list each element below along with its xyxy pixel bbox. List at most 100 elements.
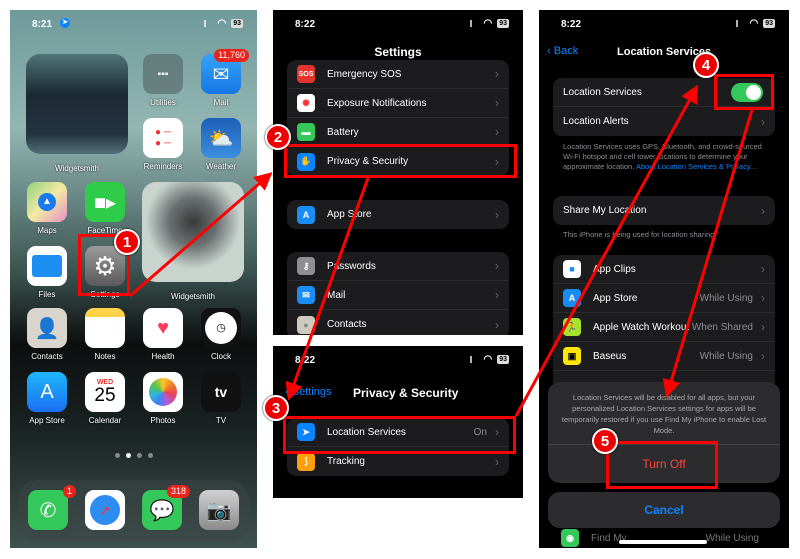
back-button[interactable]: ‹ Settings xyxy=(285,386,331,398)
weather-icon: ⛅ xyxy=(201,118,241,158)
app-calendar[interactable]: WED 25 Calendar xyxy=(80,372,130,425)
app-app-store[interactable]: A App Store xyxy=(22,372,72,425)
app-facetime[interactable]: ■▸ FaceTime xyxy=(80,182,130,235)
battery-icon: 93 xyxy=(231,19,243,28)
highlight-privacy-security xyxy=(284,144,517,178)
signal-icon xyxy=(470,20,478,27)
status-bar: 8:21 ➤ ◠ 93 xyxy=(10,10,257,36)
clock-icon: ◷ xyxy=(201,308,241,348)
app-row-find-my[interactable]: ◉ Find My While Using xyxy=(561,528,775,548)
share-note: This iPhone is being used for location s… xyxy=(563,230,717,239)
app-health[interactable]: ♥ Health xyxy=(138,308,188,361)
step-badge-2: 2 xyxy=(265,124,291,150)
app-store-icon: A xyxy=(563,289,581,307)
battery-icon: 93 xyxy=(497,355,509,364)
notes-icon xyxy=(85,308,125,348)
app-utilities[interactable]: ▪▪▪ Utilities xyxy=(138,54,188,107)
page-title: Privacy & Security xyxy=(353,386,459,400)
settings-row-emergency-sos[interactable]: SOS Emergency SOS › xyxy=(287,60,509,89)
signal-icon xyxy=(204,20,212,27)
tv-icon: tv xyxy=(201,372,241,412)
app-notes[interactable]: Notes xyxy=(80,308,130,361)
share-my-location-row[interactable]: Share My Location › xyxy=(553,196,775,225)
maps-icon: ▲ xyxy=(27,182,67,222)
app-store-icon: A xyxy=(27,372,67,412)
dock: ✆ 1 ➚ 💬 318 📷 xyxy=(18,480,249,542)
dock-camera[interactable]: 📷 xyxy=(199,490,239,530)
app-maps[interactable]: ▲ Maps xyxy=(22,182,72,235)
wifi-icon: ◠ xyxy=(483,18,493,29)
widgetsmith-widget-photo[interactable] xyxy=(26,54,128,154)
chevron-left-icon: ‹ xyxy=(285,386,292,398)
highlight-location-services xyxy=(283,416,516,454)
dock-safari[interactable]: ➚ xyxy=(85,490,125,530)
dock-phone[interactable]: ✆ 1 xyxy=(28,485,76,530)
home-indicator[interactable] xyxy=(619,540,707,544)
chevron-right-icon: › xyxy=(495,207,499,222)
battery-icon: 93 xyxy=(497,19,509,28)
app-row-baseus[interactable]: ▣ Baseus While Using › xyxy=(553,342,775,371)
facetime-icon: ■▸ xyxy=(85,182,125,222)
app-mail[interactable]: ✉ 11,760 Mail xyxy=(196,49,249,107)
battery-setting-icon: ▬ xyxy=(297,123,315,141)
settings-row-app-store[interactable]: A App Store › xyxy=(287,200,509,229)
photos-icon xyxy=(143,372,183,412)
app-list-group: ■ App Clips › A App Store While Using › 🏃 Appl… xyxy=(553,255,775,400)
baseus-icon: ▣ xyxy=(563,347,581,365)
step-badge-4: 4 xyxy=(693,52,719,78)
app-row-app-store[interactable]: A App Store While Using › xyxy=(553,284,775,313)
app-photos[interactable]: Photos xyxy=(138,372,188,425)
settings-row-exposure[interactable]: ✺ Exposure Notifications › xyxy=(287,89,509,118)
chevron-right-icon: › xyxy=(495,96,499,110)
settings-row-mail[interactable]: ✉ Mail › xyxy=(287,281,509,310)
settings-group-2: A App Store › xyxy=(287,200,509,229)
widget-label: Widgetsmith xyxy=(54,164,99,173)
workout-icon: 🏃 xyxy=(563,318,581,336)
wifi-icon: ◠ xyxy=(217,18,227,29)
app-row-app-clips[interactable]: ■ App Clips › xyxy=(553,255,775,284)
app-reminders[interactable]: ● ─ ● ─ Reminders xyxy=(138,118,188,171)
app-weather[interactable]: ⛅ Weather xyxy=(196,118,246,171)
about-location-link[interactable]: About Location Services & Privacy... xyxy=(636,162,756,171)
cancel-button[interactable]: Cancel xyxy=(548,492,780,528)
chevron-right-icon: › xyxy=(761,203,765,218)
back-button[interactable]: ‹ Back xyxy=(547,45,578,57)
app-clips-icon: ■ xyxy=(563,260,581,278)
signal-icon xyxy=(470,356,478,363)
status-bar: 8:22 ◠ 93 xyxy=(295,18,509,30)
app-contacts[interactable]: 👤 Contacts xyxy=(22,308,72,361)
chevron-left-icon: ‹ xyxy=(547,45,554,57)
chevron-right-icon: › xyxy=(495,67,499,81)
calendar-icon: WED 25 xyxy=(85,372,125,412)
chevron-right-icon: › xyxy=(761,262,765,276)
highlight-turn-off xyxy=(606,441,718,489)
app-files[interactable]: Files xyxy=(22,246,72,299)
sos-icon: SOS xyxy=(297,65,315,83)
location-arrow-icon: ➤ xyxy=(60,18,70,28)
folder-icon: ▪▪▪ xyxy=(143,54,183,94)
chevron-right-icon: › xyxy=(761,291,765,305)
app-row-apple-watch-workout[interactable]: 🏃 Apple Watch Workout When Shared › xyxy=(553,313,775,342)
find-my-icon: ◉ xyxy=(561,529,579,547)
chevron-right-icon: › xyxy=(495,125,499,139)
page-indicator[interactable] xyxy=(10,453,257,458)
chevron-right-icon: › xyxy=(761,320,765,334)
tracking-icon: ⟆ xyxy=(297,452,315,471)
location-footnote: Location Services uses GPS, Bluetooth, a… xyxy=(563,142,762,171)
widget-label: Widgetsmith xyxy=(170,292,215,301)
heart-icon: ♥ xyxy=(143,308,183,348)
settings-row-passwords[interactable]: ⚷ Passwords › xyxy=(287,252,509,281)
chevron-right-icon: › xyxy=(495,288,499,302)
widgetsmith-widget-portrait[interactable] xyxy=(142,182,244,282)
settings-row-contacts[interactable]: ● Contacts › xyxy=(287,310,509,335)
mail-badge: 11,760 xyxy=(214,49,249,62)
status-bar: 8:22 ◠ 93 xyxy=(295,354,509,366)
app-tv[interactable]: tv TV xyxy=(196,372,246,425)
dock-messages[interactable]: 💬 318 xyxy=(142,485,190,530)
settings-row-battery[interactable]: ▬ Battery › xyxy=(287,118,509,147)
settings-group-3: ⚷ Passwords › ✉ Mail › ● Contacts › xyxy=(287,252,509,335)
app-clock[interactable]: ◷ Clock xyxy=(196,308,246,361)
location-alerts-row[interactable]: Location Alerts › xyxy=(553,107,775,136)
reminders-icon: ● ─ ● ─ xyxy=(143,118,183,158)
mail-icon: ✉ 11,760 xyxy=(201,49,249,94)
